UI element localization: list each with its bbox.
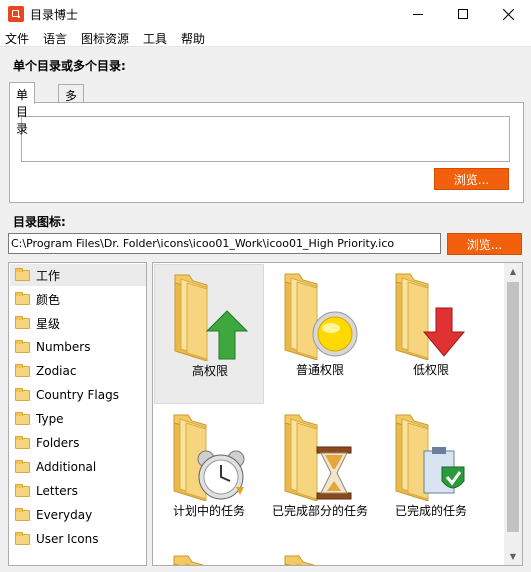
icon-label: 已完成的任务: [394, 504, 467, 518]
category-label: Type: [36, 412, 64, 426]
close-icon: [503, 8, 514, 20]
folder-icon: [15, 339, 30, 353]
icon-label: 已完成部分的任务: [271, 504, 368, 518]
category-label: Zodiac: [36, 364, 77, 378]
close-button[interactable]: [486, 0, 531, 28]
icon-label: 高权限: [191, 364, 228, 378]
icon-tile-next-row[interactable]: [154, 546, 264, 565]
folder-down-arrow-icon: [395, 273, 466, 360]
scroll-thumb[interactable]: [507, 282, 519, 532]
menu-bar: 文件 语言 图标资源 工具 帮助: [0, 28, 531, 47]
menu-tools[interactable]: 工具: [143, 30, 167, 47]
category-label: Numbers: [36, 340, 91, 354]
folder-icon: [15, 267, 30, 281]
folder-clipboard-check-icon: [395, 414, 465, 501]
category-label: Folders: [36, 436, 80, 450]
icon-path-input[interactable]: C:\Program Files\Dr. Folder\icons\icoo01…: [8, 233, 441, 254]
category-item-numbers[interactable]: Numbers: [10, 336, 146, 358]
minimize-icon: [412, 13, 423, 15]
scroll-up-arrow-icon[interactable]: ▲: [504, 263, 522, 280]
category-item-letters[interactable]: Letters: [10, 480, 146, 502]
category-item-user-icons[interactable]: User Icons: [10, 528, 146, 550]
menu-help[interactable]: 帮助: [181, 30, 205, 47]
menu-icon-resources[interactable]: 图标资源: [81, 30, 129, 47]
icon-tile-partial-tasks[interactable]: 已完成部分的任务: [265, 405, 375, 545]
icon-tile-normal-priority[interactable]: 普通权限: [265, 264, 375, 404]
minimize-button[interactable]: [395, 0, 440, 28]
window-title: 目录博士: [30, 8, 79, 22]
category-label: User Icons: [36, 532, 99, 546]
app-icon: [8, 6, 24, 22]
tab-single-directory[interactable]: 单目录: [9, 82, 36, 136]
folder-alarm-clock-icon: [173, 414, 245, 501]
category-label: Everyday: [36, 508, 93, 522]
category-item-zodiac[interactable]: Zodiac: [10, 360, 146, 382]
folder-icon: [173, 555, 205, 565]
folder-icon: [15, 315, 30, 329]
icon-grid-scrollbar[interactable]: ▲ ▼: [504, 263, 522, 565]
category-item-type[interactable]: Type: [10, 408, 146, 430]
category-label: Letters: [36, 484, 78, 498]
icon-tile-next-row[interactable]: [265, 546, 375, 565]
folder-up-arrow-icon: [174, 274, 249, 361]
folder-icon: [15, 483, 30, 497]
category-item-country-flags[interactable]: Country Flags: [10, 384, 146, 406]
category-label: 星级: [36, 316, 61, 331]
directories-label: 单个目录或多个目录:: [13, 59, 126, 73]
category-item-folders[interactable]: Folders: [10, 432, 146, 454]
folder-icon: [15, 387, 30, 401]
folder-icon: [15, 363, 30, 377]
maximize-button[interactable]: [440, 0, 485, 28]
icon-label: 计划中的任务: [172, 504, 245, 518]
tab-multiple-directories[interactable]: 多目录: [58, 84, 85, 137]
icon-tile-low-priority[interactable]: 低权限: [376, 264, 486, 404]
browse-icon-button[interactable]: 浏览...: [447, 233, 522, 255]
category-list[interactable]: 工作 颜色 星级 Numbers Zodiac Country Flags Ty…: [8, 262, 147, 566]
menu-file[interactable]: 文件: [5, 30, 29, 47]
folder-hourglass-icon: [284, 414, 352, 501]
directory-textarea[interactable]: [21, 116, 510, 162]
folder-icon-label: 目录图标:: [13, 215, 66, 229]
folder-icon: [15, 411, 30, 425]
icon-label: 低权限: [412, 363, 449, 377]
category-label: Country Flags: [36, 388, 119, 402]
category-item-stars[interactable]: 星级: [10, 312, 146, 334]
folder-icon: [15, 507, 30, 521]
icon-label: 普通权限: [295, 363, 344, 377]
icon-tile-high-priority[interactable]: 高权限: [154, 264, 264, 404]
folder-icon: [15, 291, 30, 305]
folder-yellow-circle-icon: [284, 273, 358, 360]
folder-icon: [15, 459, 30, 473]
folder-icon: [284, 555, 316, 565]
icon-tile-completed-tasks[interactable]: 已完成的任务: [376, 405, 486, 545]
folder-icon: [15, 531, 30, 545]
folder-icon: [15, 435, 30, 449]
category-item-additional[interactable]: Additional: [10, 456, 146, 478]
scroll-down-arrow-icon[interactable]: ▼: [504, 548, 522, 565]
category-label: 工作: [36, 268, 61, 283]
maximize-icon: [457, 9, 468, 19]
category-label: 颜色: [36, 292, 61, 307]
icon-grid: 高权限 普通权限 低权限 计划中的任务 已完成部分的任务 已完成的任务: [152, 262, 523, 566]
title-bar: 目录博士: [0, 0, 531, 28]
browse-directory-button[interactable]: 浏览...: [434, 168, 509, 190]
menu-language[interactable]: 语言: [43, 30, 67, 47]
category-item-everyday[interactable]: Everyday: [10, 504, 146, 526]
icon-tile-scheduled-tasks[interactable]: 计划中的任务: [154, 405, 264, 545]
category-item-color[interactable]: 颜色: [10, 288, 146, 310]
category-item-work[interactable]: 工作: [10, 264, 146, 286]
category-label: Additional: [36, 460, 97, 474]
